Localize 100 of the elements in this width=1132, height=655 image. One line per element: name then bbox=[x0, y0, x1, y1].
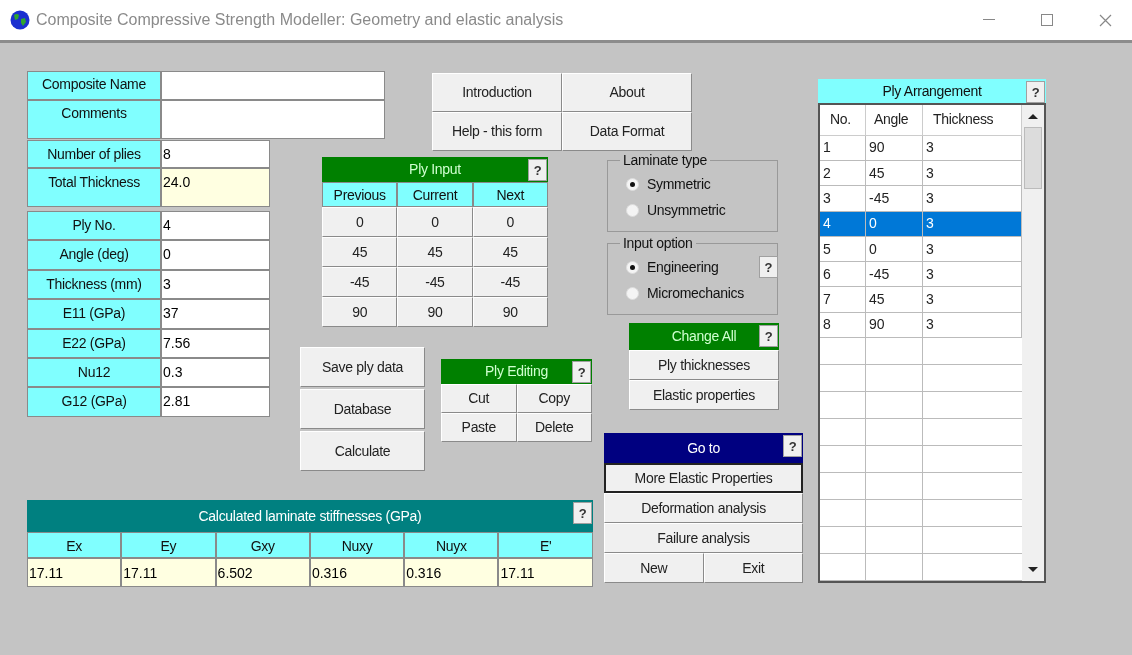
output-field: 0.316 bbox=[404, 558, 499, 587]
help-button[interactable]: ? bbox=[759, 325, 778, 347]
button[interactable]: 90 bbox=[322, 297, 398, 327]
input-field[interactable]: 37 bbox=[161, 299, 270, 329]
radio-label[interactable]: Symmetric bbox=[647, 173, 711, 195]
button[interactable]: 90 bbox=[397, 297, 473, 327]
group-title: Laminate type bbox=[620, 151, 711, 169]
button[interactable]: Deformation analysis bbox=[604, 493, 803, 523]
button[interactable]: Database bbox=[300, 389, 425, 429]
button[interactable]: -45 bbox=[397, 267, 473, 297]
button[interactable]: Ply thicknesses bbox=[629, 350, 779, 380]
radio-button[interactable] bbox=[626, 203, 639, 217]
table-cell: 45 bbox=[866, 161, 923, 186]
output-field: 0.316 bbox=[309, 558, 405, 587]
button[interactable]: Exit bbox=[703, 553, 803, 583]
globe-icon bbox=[10, 10, 30, 30]
table-row[interactable]: 1 90 3 bbox=[820, 135, 1022, 162]
panel-header: Ply Editing ? bbox=[441, 359, 592, 384]
help-button[interactable]: ? bbox=[572, 361, 591, 383]
table-cell: 3 bbox=[820, 186, 866, 211]
button[interactable]: 45 bbox=[397, 237, 473, 267]
radio-button[interactable] bbox=[626, 177, 639, 191]
group-title: Input option bbox=[620, 234, 696, 252]
button[interactable]: Cut bbox=[441, 384, 517, 413]
input-field[interactable]: 2.81 bbox=[161, 387, 270, 417]
button[interactable]: -45 bbox=[322, 267, 398, 297]
button[interactable]: 0 bbox=[472, 207, 548, 237]
input-field[interactable]: 0.3 bbox=[161, 357, 270, 388]
button[interactable]: Calculate bbox=[300, 431, 425, 471]
radio-button[interactable] bbox=[626, 260, 639, 274]
button[interactable]: Save ply data bbox=[300, 347, 425, 387]
table-cell: 7 bbox=[820, 287, 866, 312]
table-row[interactable]: 8 90 3 bbox=[820, 312, 1022, 338]
table-cell: 1 bbox=[820, 135, 866, 161]
button[interactable]: Help - this form bbox=[432, 112, 562, 151]
button[interactable]: Elastic properties bbox=[629, 380, 779, 410]
help-button[interactable]: ? bbox=[759, 256, 778, 278]
scrollbar[interactable] bbox=[1022, 105, 1044, 581]
help-button[interactable]: ? bbox=[528, 159, 547, 181]
button[interactable]: -45 bbox=[472, 267, 548, 297]
minimize-icon[interactable] bbox=[983, 19, 995, 21]
window-title: Composite Compressive Strength Modeller: Geometry and elastic analysis bbox=[36, 10, 564, 30]
table-row[interactable]: 5 0 3 bbox=[820, 236, 1022, 263]
button[interactable]: Copy bbox=[516, 384, 592, 413]
button[interactable]: More Elastic Properties bbox=[604, 463, 803, 493]
table-row[interactable]: 7 45 3 bbox=[820, 287, 1022, 313]
table-cell: 0 bbox=[866, 236, 923, 262]
table-row[interactable]: 3 -45 3 bbox=[820, 186, 1022, 212]
maximize-icon[interactable] bbox=[1041, 14, 1053, 26]
input-field[interactable]: 8 bbox=[161, 140, 270, 168]
button[interactable]: 45 bbox=[472, 237, 548, 267]
text-field[interactable] bbox=[161, 71, 385, 100]
help-button[interactable]: ? bbox=[573, 502, 592, 524]
table-cell: 90 bbox=[866, 135, 923, 161]
table-cell: -45 bbox=[866, 262, 923, 287]
radio-button[interactable] bbox=[626, 286, 639, 300]
button[interactable]: 0 bbox=[322, 207, 398, 237]
column-header[interactable]: Angle bbox=[866, 105, 923, 135]
button[interactable]: 0 bbox=[397, 207, 473, 237]
button[interactable]: Delete bbox=[516, 413, 592, 442]
table-row[interactable]: 4 0 3 bbox=[820, 211, 1022, 237]
button[interactable]: Failure analysis bbox=[604, 523, 803, 553]
field-label: Ey bbox=[121, 532, 216, 558]
table-row[interactable]: 2 45 3 bbox=[820, 161, 1022, 187]
input-field[interactable]: 4 bbox=[161, 211, 270, 241]
field-label: E22 (GPa) bbox=[27, 328, 161, 358]
field-label: E' bbox=[498, 532, 593, 558]
field-label: Nu12 bbox=[27, 357, 161, 388]
close-icon[interactable] bbox=[1099, 13, 1112, 27]
panel-header: Go to ? bbox=[604, 433, 803, 463]
scroll-thumb[interactable] bbox=[1024, 127, 1042, 189]
field-label: Comments bbox=[27, 100, 161, 139]
field-label: Ex bbox=[27, 532, 122, 558]
help-button[interactable]: ? bbox=[1026, 81, 1045, 103]
field-label: G12 (GPa) bbox=[27, 387, 161, 417]
button[interactable]: Data Format bbox=[562, 112, 692, 151]
radio-label[interactable]: Unsymmetric bbox=[647, 199, 726, 221]
radio-label[interactable]: Engineering bbox=[647, 256, 719, 278]
button[interactable]: Paste bbox=[441, 413, 517, 442]
output-field: 17.11 bbox=[121, 558, 216, 587]
table-cell: 45 bbox=[866, 287, 923, 312]
table-row[interactable]: 6 -45 3 bbox=[820, 262, 1022, 288]
column-header[interactable]: No. bbox=[820, 105, 866, 135]
button[interactable]: 90 bbox=[472, 297, 548, 327]
input-field[interactable]: 3 bbox=[161, 269, 270, 300]
field-label: Previous bbox=[322, 182, 398, 207]
button[interactable]: New bbox=[604, 553, 704, 583]
button[interactable]: About bbox=[562, 73, 692, 112]
radio-label[interactable]: Micromechanics bbox=[647, 282, 744, 304]
table-cell: 6 bbox=[820, 262, 866, 287]
field-label: Thickness (mm) bbox=[27, 269, 161, 300]
text-field[interactable] bbox=[161, 100, 385, 139]
button[interactable]: 45 bbox=[322, 237, 398, 267]
input-field[interactable]: 0 bbox=[161, 240, 270, 270]
input-field[interactable]: 7.56 bbox=[161, 328, 270, 358]
field-label: Current bbox=[397, 182, 473, 207]
button[interactable]: Introduction bbox=[432, 73, 562, 112]
output-field: 6.502 bbox=[215, 558, 310, 587]
panel-header: Ply Arrangement ? bbox=[818, 79, 1046, 103]
help-button[interactable]: ? bbox=[783, 435, 802, 457]
